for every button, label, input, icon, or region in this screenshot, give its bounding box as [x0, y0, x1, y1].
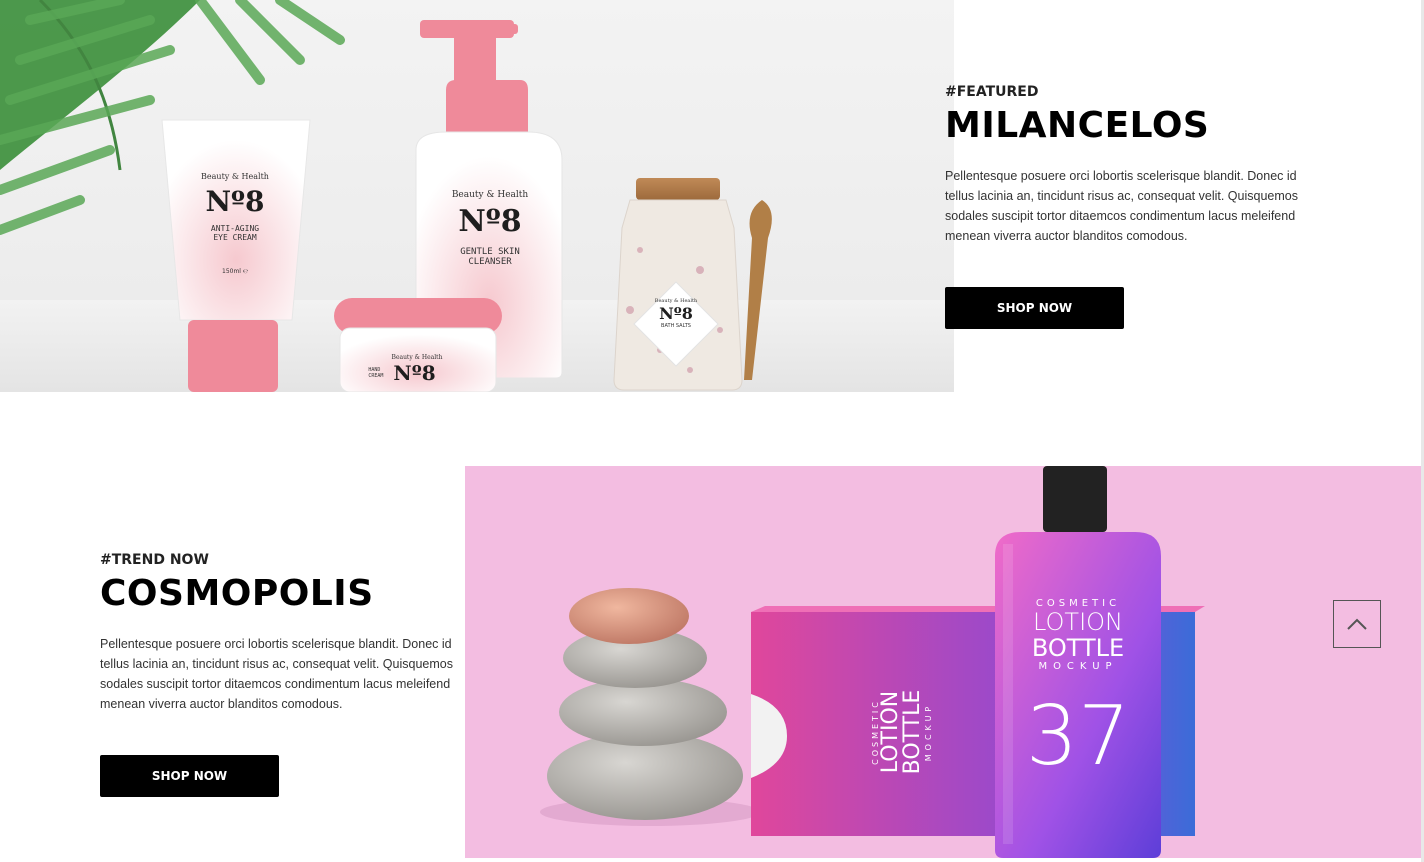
- salts-label: BATH SALTS: [661, 323, 691, 329]
- trend-description: Pellentesque posuere orci lobortis scele…: [100, 637, 453, 711]
- bottle-label-2: CLEANSER: [468, 257, 512, 267]
- salts-number: Nº8: [659, 304, 693, 323]
- bottle-label-1: GENTLE SKIN: [460, 247, 520, 257]
- featured-shop-now-button[interactable]: SHOP NOW: [945, 287, 1124, 329]
- featured-eyebrow: #FEATURED: [945, 84, 1039, 100]
- bottle-number: 37: [1025, 689, 1131, 784]
- trend-hero-image: COSMETIC LOTION BOTTLE MOCKUP 37 COSMETI…: [465, 466, 1421, 858]
- bottle-brand: Beauty & Health: [451, 190, 529, 200]
- jar-number: Nº8: [393, 361, 436, 385]
- jar-brand: Beauty & Health: [391, 354, 443, 361]
- jar-label-2: CREAM: [368, 373, 384, 379]
- tube-size: 150ml ℮: [222, 268, 248, 275]
- featured-title: MILANCELOS: [945, 105, 1210, 146]
- featured-text-block: #FEATURED MILANCELOS Pellentesque posuer…: [945, 84, 1315, 246]
- tube-label-2: EYE CREAM: [213, 233, 257, 242]
- bottle-line-4: MOCKUP: [1038, 661, 1118, 672]
- featured-description: Pellentesque posuere orci lobortis scele…: [945, 169, 1298, 243]
- bottle-number: Nº8: [458, 204, 522, 239]
- box-line-3: BOTTLE: [900, 689, 925, 775]
- tube-number: Nº8: [205, 185, 265, 218]
- trend-title: COSMOPOLIS: [100, 573, 374, 614]
- trend-eyebrow: #TREND NOW: [100, 552, 209, 568]
- trend-text-block: #TREND NOW COSMOPOLIS Pellentesque posue…: [100, 552, 470, 714]
- bottle-line-3: BOTTLE: [1031, 634, 1125, 662]
- trend-shop-now-button[interactable]: SHOP NOW: [100, 755, 279, 797]
- featured-hero-image: Beauty & Health Nº8 ANTI-AGING EYE CREAM…: [0, 0, 954, 392]
- scroll-to-top-button[interactable]: [1333, 600, 1381, 648]
- box-line-2: LOTION: [878, 690, 903, 774]
- tube-brand: Beauty & Health: [201, 172, 269, 181]
- bottle-line-2: LOTION: [1033, 608, 1123, 636]
- chevron-up-icon: [1347, 618, 1367, 630]
- tube-label-1: ANTI-AGING: [210, 224, 260, 233]
- box-line-4: MOCKUP: [924, 702, 933, 762]
